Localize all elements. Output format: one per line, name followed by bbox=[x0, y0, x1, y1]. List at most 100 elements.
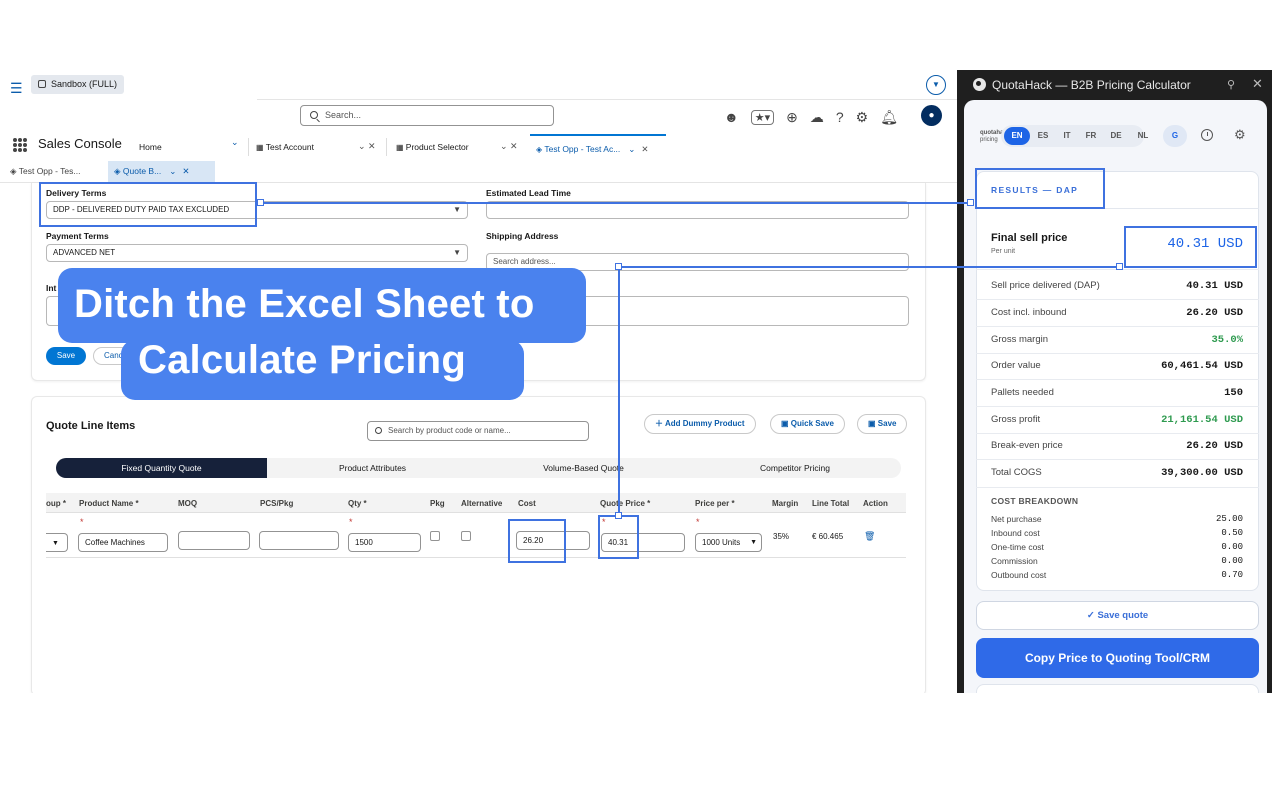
quick-save-label: Quick Save bbox=[790, 419, 834, 428]
metric-value: 40.31 USD bbox=[1186, 280, 1243, 292]
pin-icon[interactable]: ⚲ bbox=[1227, 78, 1235, 91]
sub-tab-test-opp[interactable]: ◈ Test Opp - Tes... bbox=[4, 161, 86, 182]
chevron-down-icon[interactable]: ⌄ bbox=[169, 166, 176, 176]
close-icon[interactable]: ✕ bbox=[182, 166, 189, 176]
connector-node bbox=[615, 512, 622, 519]
lead-time-label: Estimated Lead Time bbox=[486, 188, 571, 198]
cost-label: Net purchase bbox=[991, 514, 1042, 524]
sub-tab-quote-builder[interactable]: ◈ Quote B... ⌄ ✕ bbox=[108, 161, 215, 182]
shipping-address-placeholder: Search address... bbox=[493, 257, 556, 266]
lang-en[interactable]: EN bbox=[1004, 127, 1030, 145]
price-per-select[interactable]: 1000 Units ▼ bbox=[695, 533, 762, 552]
nav-tab-home[interactable]: Home bbox=[139, 134, 162, 160]
bell-icon[interactable]: 🔔︎ bbox=[880, 109, 898, 126]
headline-line-1: Ditch the Excel Sheet to bbox=[74, 282, 535, 326]
payment-terms-select[interactable]: ADVANCED NET ▼ bbox=[46, 244, 468, 262]
lang-nl[interactable]: NL bbox=[1132, 127, 1154, 145]
results-title-highlight bbox=[975, 168, 1105, 209]
chevron-down-icon[interactable]: ⌄ ✕ bbox=[500, 141, 518, 152]
moq-input[interactable] bbox=[178, 531, 250, 550]
alternative-checkbox[interactable] bbox=[461, 531, 471, 541]
final-sell-label: Final sell price bbox=[991, 232, 1068, 244]
save-button[interactable]: Save bbox=[46, 347, 86, 365]
line-total-value: € 60.465 bbox=[812, 532, 844, 541]
pricing-calculator-panel: QuotaHack — B2B Pricing Calculator ⚲ ✕ q… bbox=[957, 70, 1272, 693]
save-icon: ▣ bbox=[868, 419, 878, 428]
chevron-down-icon[interactable]: ⌄ bbox=[628, 144, 635, 154]
app-launcher-icon[interactable] bbox=[13, 138, 27, 152]
divider bbox=[248, 138, 249, 156]
segment-competitor-pricing[interactable]: Competitor Pricing bbox=[689, 458, 901, 478]
column-header: Margin bbox=[772, 499, 799, 508]
metric-value: 39,300.00 USD bbox=[1161, 467, 1243, 479]
nav-tab-test-account[interactable]: ▦ Test Account bbox=[256, 134, 314, 160]
segment-product-attributes[interactable]: Product Attributes bbox=[267, 458, 478, 478]
gear-icon[interactable]: ⚙ bbox=[1234, 127, 1246, 143]
product-name-input[interactable]: Coffee Machines bbox=[78, 533, 168, 552]
lang-it[interactable]: IT bbox=[1056, 127, 1078, 145]
group-select[interactable]: ▼ bbox=[46, 533, 68, 552]
nav-tab-label: Home bbox=[139, 142, 162, 152]
cloud-icon[interactable]: ☁ bbox=[810, 109, 824, 126]
column-header: Alternative bbox=[461, 499, 503, 508]
cost-value: 0.00 bbox=[1221, 556, 1243, 566]
lang-es[interactable]: ES bbox=[1032, 127, 1054, 145]
panel-footer-card bbox=[976, 684, 1259, 693]
price-per-value: 1000 Units bbox=[702, 538, 741, 547]
quick-save-button[interactable]: ▣ Quick Save bbox=[770, 414, 845, 434]
quote-save-button[interactable]: ▣ Save bbox=[857, 414, 908, 434]
column-header: PCS/Pkg bbox=[260, 499, 294, 508]
add-icon[interactable]: ⊕ bbox=[786, 109, 798, 126]
nav-tab-icon: ▦ bbox=[396, 143, 406, 152]
product-search-input[interactable]: Search by product code or name... bbox=[367, 421, 589, 441]
caret-down-icon: ▼ bbox=[52, 540, 59, 547]
payment-terms-value: ADVANCED NET bbox=[53, 248, 116, 257]
global-search-input[interactable]: Search... bbox=[300, 105, 554, 126]
column-header: Price per * bbox=[695, 499, 735, 508]
connector-line bbox=[618, 266, 1120, 268]
cost-value: 0.00 bbox=[1221, 542, 1243, 552]
nav-tab-product-selector[interactable]: ▦ Product Selector bbox=[396, 134, 469, 160]
segment-volume-based[interactable]: Volume-Based Quote bbox=[478, 458, 689, 478]
divider bbox=[386, 138, 387, 156]
screenshot-stage: ☰ Sandbox (FULL) ▼ Search... ☻ ★▾ ⊕ ☁ ? … bbox=[0, 0, 1280, 800]
close-icon[interactable]: ✕ bbox=[1252, 76, 1263, 92]
avatar[interactable]: ● bbox=[921, 105, 942, 126]
internal-notes-label: Int bbox=[46, 283, 57, 293]
nav-tab-test-opp[interactable]: ◈ Test Opp - Test Ac... ⌄ ✕ bbox=[530, 134, 666, 160]
google-account-button[interactable]: G bbox=[1163, 125, 1187, 147]
segment-fixed-quantity[interactable]: Fixed Quantity Quote bbox=[56, 458, 267, 478]
quotahack-logo-icon bbox=[973, 78, 986, 91]
cost-highlight bbox=[508, 519, 566, 563]
quote-price-highlight bbox=[598, 515, 639, 559]
help-icon[interactable]: ? bbox=[836, 109, 844, 125]
copy-price-button[interactable]: Copy Price to Quoting Tool/CRM bbox=[976, 638, 1259, 678]
chevron-down-icon[interactable]: ▼ bbox=[926, 75, 946, 95]
lang-fr[interactable]: FR bbox=[1080, 127, 1102, 145]
pkg-checkbox[interactable] bbox=[430, 531, 440, 541]
sub-tab-label: Quote B... bbox=[122, 166, 162, 176]
trash-icon[interactable]: 🗑︎ bbox=[864, 531, 875, 542]
save-quote-button[interactable]: ✓ Save quote bbox=[976, 601, 1259, 630]
save-quote-label: Save quote bbox=[1097, 610, 1149, 621]
chevron-down-icon[interactable]: ⌄ bbox=[231, 137, 239, 148]
chevron-down-icon[interactable]: ⌄ ✕ bbox=[358, 141, 376, 152]
lang-de[interactable]: DE bbox=[1105, 127, 1127, 145]
add-dummy-product-button[interactable]: ＋ Add Dummy Product bbox=[644, 414, 756, 434]
connector-node bbox=[257, 199, 264, 206]
pcs-pkg-input[interactable] bbox=[259, 531, 339, 550]
qty-input[interactable]: 1500 bbox=[348, 533, 421, 552]
caret-down-icon: ▼ bbox=[750, 539, 757, 546]
menu-icon[interactable]: ☰ bbox=[10, 80, 23, 97]
history-clock-icon[interactable] bbox=[1201, 129, 1213, 141]
divider bbox=[976, 353, 1259, 354]
gear-icon[interactable]: ⚙ bbox=[856, 109, 869, 126]
column-header: Cost bbox=[518, 499, 536, 508]
metric-label: Gross margin bbox=[991, 334, 1049, 345]
column-header: Qty * bbox=[348, 499, 367, 508]
assistant-icon[interactable]: ☻ bbox=[724, 109, 739, 125]
close-icon[interactable]: ✕ bbox=[641, 144, 648, 154]
divider bbox=[976, 326, 1259, 327]
column-header: Product Name * bbox=[79, 499, 139, 508]
favorites-icon[interactable]: ★▾ bbox=[750, 109, 775, 125]
